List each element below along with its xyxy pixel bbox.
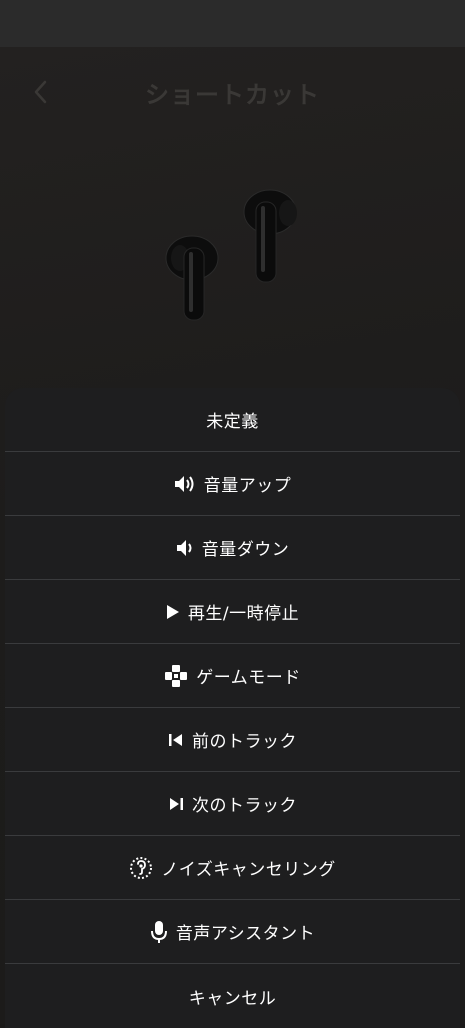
option-voice-assistant[interactable]: 音声アシスタント <box>5 900 460 964</box>
play-icon <box>166 600 180 624</box>
option-volume-up[interactable]: 音量アップ <box>5 452 460 516</box>
option-next-track[interactable]: 次のトラック <box>5 772 460 836</box>
volume-down-icon <box>176 536 194 560</box>
option-undefined[interactable]: 未定義 <box>5 388 460 452</box>
option-noise-cancelling[interactable]: ノイズキャンセリング <box>5 836 460 900</box>
option-label: 前のトラック <box>192 732 297 752</box>
microphone-icon <box>150 920 168 944</box>
header: ショートカット <box>0 47 465 139</box>
volume-up-icon <box>174 472 196 496</box>
option-label: 未定義 <box>206 412 259 432</box>
option-previous-track[interactable]: 前のトラック <box>5 708 460 772</box>
next-track-icon <box>168 792 184 816</box>
option-label: 次のトラック <box>192 796 297 816</box>
option-label: 再生/一時停止 <box>187 604 300 624</box>
cancel-label: キャンセル <box>188 988 277 1009</box>
option-game-mode[interactable]: ゲームモード <box>5 644 460 708</box>
shortcut-action-sheet: 未定義 音量アップ 音量ダウン 再生/一時停止 ゲームモード 前のトラック 次の… <box>5 388 460 1028</box>
option-label: ノイズキャンセリング <box>161 860 336 880</box>
option-play-pause[interactable]: 再生/一時停止 <box>5 580 460 644</box>
option-label: 音量アップ <box>203 476 292 496</box>
noise-cancelling-icon <box>129 856 153 880</box>
page-title: ショートカット <box>145 81 320 109</box>
option-label: 音量ダウン <box>201 540 290 560</box>
option-volume-down[interactable]: 音量ダウン <box>5 516 460 580</box>
option-label: ゲームモード <box>196 668 301 688</box>
option-label: 音声アシスタント <box>175 924 316 944</box>
previous-track-icon <box>168 728 184 752</box>
cancel-button[interactable]: キャンセル <box>5 964 460 1028</box>
gamepad-icon <box>164 664 188 688</box>
earbuds-image <box>165 189 297 321</box>
status-bar <box>0 0 465 47</box>
